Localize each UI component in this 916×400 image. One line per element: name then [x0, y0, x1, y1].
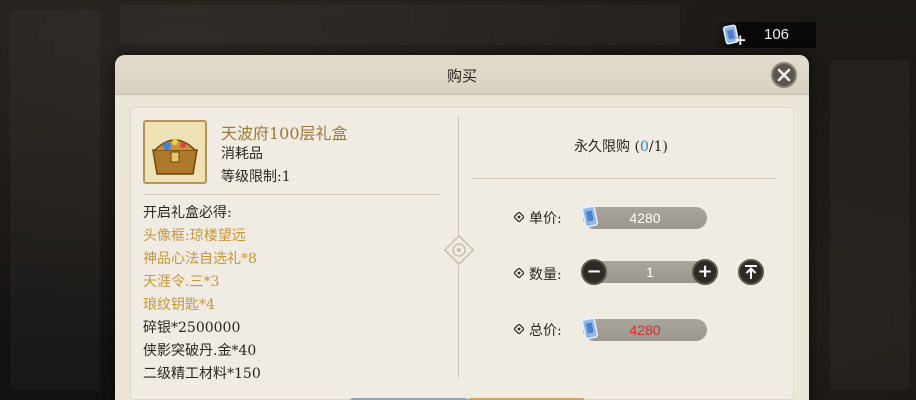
- increase-quantity-button[interactable]: +: [692, 259, 718, 285]
- item-level-requirement: 等级限制:1: [221, 169, 291, 185]
- item-type: 消耗品: [221, 146, 263, 162]
- gift-chest-icon: [145, 122, 205, 182]
- content-panel: 天波府100层礼盒 消耗品 等级限制:1 开启礼盒必得: 头像框:琼楼望远 神品…: [130, 107, 794, 400]
- ornament-icon: [443, 234, 475, 266]
- coupon-token-icon: [581, 205, 599, 228]
- diamond-bullet-icon: [514, 324, 524, 334]
- diamond-bullet-icon: [514, 268, 524, 278]
- rewards-heading: 开启礼盒必得:: [143, 205, 232, 221]
- unit-price-field: 4280: [583, 207, 707, 229]
- purchase-limit: 永久限购 (0/1): [471, 136, 771, 156]
- limit-current: 0: [639, 139, 649, 155]
- diamond-bullet-icon: [514, 212, 524, 222]
- currency-amount: 106: [764, 26, 790, 43]
- currency-display[interactable]: + 106: [716, 22, 816, 49]
- divider: [471, 178, 776, 179]
- reward-item: 侠影突破丹.金*40: [143, 343, 257, 359]
- limit-label: 永久限购 (: [574, 139, 640, 155]
- minus-icon: −: [586, 261, 602, 282]
- purchase-dialog: 购买 天波府100层礼盒 消耗品 等级限制:1 开启礼盒必得: 头像框:琼楼望远: [115, 55, 809, 400]
- quantity-stepper[interactable]: 1: [594, 261, 706, 283]
- background-panel-top: [120, 5, 680, 45]
- reward-item: 头像框:琼楼望远: [143, 228, 246, 244]
- add-currency-icon[interactable]: +: [734, 31, 747, 49]
- total-price-label: 总价:: [529, 323, 562, 339]
- reward-item: 琅纹钥匙*4: [143, 297, 215, 313]
- plus-icon: +: [697, 261, 713, 282]
- reward-item: 碎银*2500000: [143, 320, 241, 336]
- dialog-title: 购买: [446, 67, 477, 85]
- background-panel-right: [830, 60, 910, 390]
- quantity-value: 1: [646, 264, 654, 280]
- divider: [143, 194, 441, 195]
- item-name: 天波府100层礼盒: [221, 124, 348, 143]
- limit-rest: /1): [648, 139, 668, 155]
- item-icon: [143, 120, 207, 184]
- close-button[interactable]: [771, 62, 797, 88]
- close-icon: [777, 68, 791, 82]
- reward-item: 二级精工材料*150: [143, 366, 261, 382]
- quantity-label: 数量:: [529, 267, 562, 283]
- coupon-token-icon: [581, 317, 599, 340]
- background-panel-left: [10, 10, 100, 390]
- total-price-value: 4280: [629, 322, 661, 338]
- unit-price-label: 单价:: [529, 211, 562, 227]
- total-price-field: 4280: [583, 319, 707, 341]
- decrease-quantity-button[interactable]: −: [581, 259, 607, 285]
- reward-item: 天涯令.三*3: [143, 274, 220, 290]
- reward-item: 神品心法自选礼*8: [143, 251, 257, 267]
- dialog-header: 购买: [115, 55, 809, 95]
- max-arrow-icon: [745, 265, 757, 279]
- max-quantity-button[interactable]: [738, 259, 764, 285]
- unit-price-value: 4280: [629, 210, 661, 226]
